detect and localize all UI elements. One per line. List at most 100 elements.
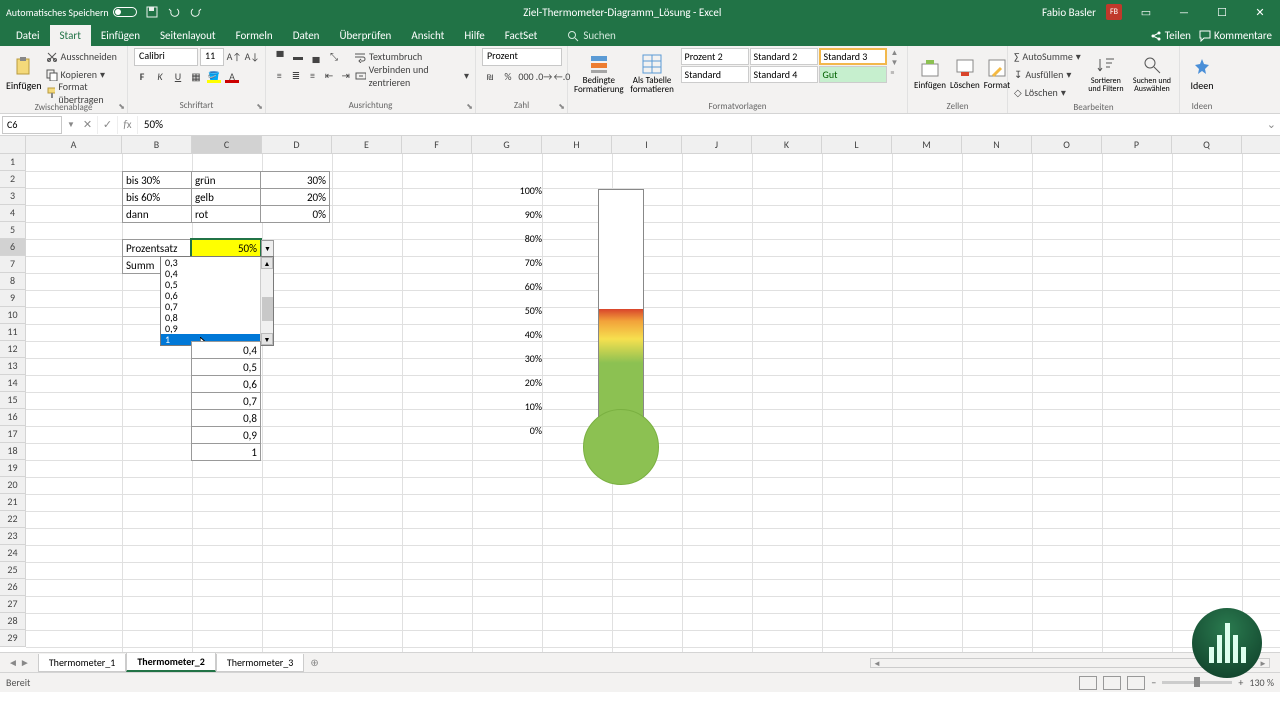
tab-hilfe[interactable]: Hilfe: [454, 25, 494, 46]
row-header[interactable]: 20: [0, 477, 26, 494]
row-header[interactable]: 27: [0, 596, 26, 613]
select-all-corner[interactable]: [0, 136, 26, 153]
expand-formula-icon[interactable]: ⌄: [1267, 118, 1280, 131]
cut-button[interactable]: Ausschneiden: [46, 48, 121, 65]
sheet-tab[interactable]: Thermometer_1: [38, 654, 127, 672]
align-center-icon[interactable]: ≣: [289, 68, 304, 84]
cell-b7[interactable]: Summ: [122, 256, 161, 274]
fill-color-button[interactable]: 🪣: [206, 68, 222, 84]
cell-c13[interactable]: 0,5: [191, 358, 261, 376]
row-header[interactable]: 1: [0, 154, 26, 171]
col-header[interactable]: L: [822, 136, 892, 153]
format-painter-button[interactable]: Format übertragen: [46, 84, 121, 101]
row-header[interactable]: 12: [0, 341, 26, 358]
col-header[interactable]: D: [262, 136, 332, 153]
currency-icon[interactable]: ₪: [482, 68, 498, 84]
scroll-right-icon[interactable]: ►: [1257, 659, 1269, 669]
delete-cells-button[interactable]: Löschen: [950, 48, 980, 100]
cell-c16[interactable]: 0,8: [191, 409, 261, 427]
cell-c18[interactable]: 1: [191, 443, 261, 461]
row-header[interactable]: 2: [0, 171, 26, 188]
row-header[interactable]: 4: [0, 205, 26, 222]
style-item[interactable]: Standard 3: [819, 48, 887, 65]
decrease-font-icon[interactable]: A↓: [244, 48, 260, 64]
conditional-format-button[interactable]: Bedingte Formatierung: [574, 48, 624, 100]
font-name-select[interactable]: Calibri: [134, 48, 198, 66]
cell-d3[interactable]: 20%: [260, 188, 330, 206]
increase-decimal-icon[interactable]: .0→: [536, 68, 552, 84]
cell-c17[interactable]: 0,9: [191, 426, 261, 444]
cell-d2[interactable]: 30%: [260, 171, 330, 189]
format-cells-button[interactable]: Format: [984, 48, 1010, 100]
col-header[interactable]: E: [332, 136, 402, 153]
row-header[interactable]: 15: [0, 392, 26, 409]
tab-einfuegen[interactable]: Einfügen: [91, 25, 150, 46]
col-header[interactable]: N: [962, 136, 1032, 153]
cell-b2[interactable]: bis 30%: [122, 171, 192, 189]
gallery-up-icon[interactable]: ▲: [891, 48, 901, 58]
save-icon[interactable]: [145, 5, 159, 19]
autosum-button[interactable]: ∑AutoSumme ▾: [1014, 48, 1081, 65]
tab-ansicht[interactable]: Ansicht: [401, 25, 454, 46]
row-header[interactable]: 5: [0, 222, 26, 239]
col-header[interactable]: I: [612, 136, 682, 153]
style-item[interactable]: Prozent 2: [681, 48, 749, 65]
dropdown-item[interactable]: 0,5: [161, 279, 273, 290]
align-left-icon[interactable]: ≡: [272, 68, 287, 84]
redo-icon[interactable]: [189, 5, 203, 19]
row-header[interactable]: 21: [0, 494, 26, 511]
fill-button[interactable]: ↧Ausfüllen ▾: [1014, 66, 1081, 83]
cell-c3[interactable]: gelb: [191, 188, 261, 206]
cell-c14[interactable]: 0,6: [191, 375, 261, 393]
dropdown-item[interactable]: 0,7: [161, 301, 273, 312]
paste-button[interactable]: Einfügen: [6, 48, 42, 100]
cell-c4[interactable]: rot: [191, 205, 261, 223]
format-as-table-button[interactable]: Als Tabelle formatieren: [628, 48, 677, 100]
col-header[interactable]: O: [1032, 136, 1102, 153]
insert-cells-button[interactable]: Einfügen: [914, 48, 946, 100]
col-header[interactable]: F: [402, 136, 472, 153]
percent-icon[interactable]: %: [500, 68, 516, 84]
row-header[interactable]: 18: [0, 443, 26, 460]
orientation-icon[interactable]: ⤡: [326, 49, 342, 65]
add-sheet-button[interactable]: ⊕: [304, 654, 324, 671]
share-button[interactable]: Teilen: [1150, 29, 1191, 42]
col-header[interactable]: B: [122, 136, 192, 153]
align-bottom-icon[interactable]: ▄: [308, 49, 324, 65]
tab-ueberpruefen[interactable]: Überprüfen: [329, 25, 401, 46]
align-right-icon[interactable]: ≡: [305, 68, 320, 84]
increase-font-icon[interactable]: A↑: [226, 48, 242, 64]
data-validation-dropdown-button[interactable]: ▼: [261, 240, 274, 257]
underline-button[interactable]: U: [170, 68, 186, 84]
scroll-thumb[interactable]: [262, 297, 273, 321]
tab-factset[interactable]: FactSet: [495, 25, 548, 46]
page-layout-view-icon[interactable]: [1103, 676, 1121, 690]
row-header[interactable]: 22: [0, 511, 26, 528]
style-item[interactable]: Standard 4: [750, 66, 818, 83]
row-header[interactable]: 28: [0, 613, 26, 630]
page-break-view-icon[interactable]: [1127, 676, 1145, 690]
cell-b4[interactable]: dann: [122, 205, 192, 223]
row-header[interactable]: 25: [0, 562, 26, 579]
sheet-tab[interactable]: Thermometer_2: [126, 653, 216, 672]
zoom-in-icon[interactable]: +: [1238, 676, 1243, 689]
merge-center-button[interactable]: Verbinden und zentrieren ▾: [355, 67, 469, 84]
row-header[interactable]: 7: [0, 256, 26, 273]
col-header[interactable]: Q: [1172, 136, 1242, 153]
row-header[interactable]: 10: [0, 307, 26, 324]
tab-seitenlayout[interactable]: Seitenlayout: [150, 25, 226, 46]
dialog-launcher-icon[interactable]: ⬊: [256, 102, 263, 112]
style-item[interactable]: Standard: [681, 66, 749, 83]
dropdown-list[interactable]: 0,3 0,4 0,5 0,6 0,7 0,8 0,9 1 ▲ ▼: [160, 256, 274, 346]
undo-icon[interactable]: [167, 5, 181, 19]
dropdown-item[interactable]: 0,8: [161, 312, 273, 323]
formula-input[interactable]: 50%: [138, 118, 1267, 131]
minimize-icon[interactable]: —: [1170, 2, 1198, 22]
dropdown-item[interactable]: 0,9: [161, 323, 273, 334]
dialog-launcher-icon[interactable]: ⬊: [118, 102, 125, 112]
row-header[interactable]: 23: [0, 528, 26, 545]
cell-c15[interactable]: 0,7: [191, 392, 261, 410]
row-header[interactable]: 14: [0, 375, 26, 392]
dropdown-item[interactable]: 0,4: [161, 268, 273, 279]
zoom-out-icon[interactable]: −: [1151, 676, 1156, 689]
